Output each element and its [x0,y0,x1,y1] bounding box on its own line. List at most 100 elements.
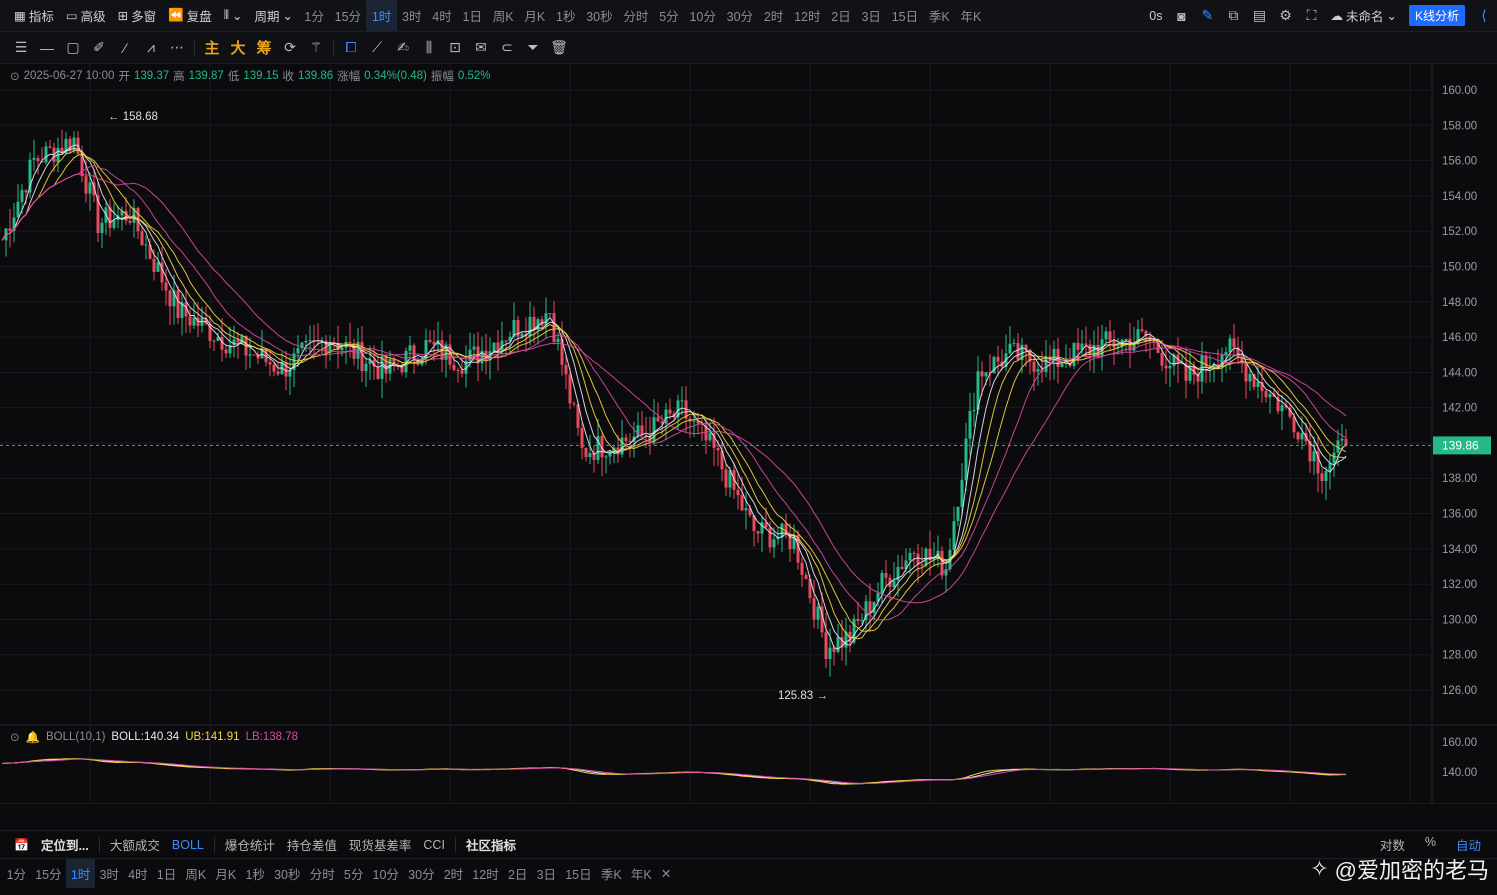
advanced-button[interactable]: ▭ 高级 [60,0,112,31]
period-option-3[interactable]: 3时 [397,0,427,31]
magnet-icon[interactable]: ⊂ [494,32,520,63]
indicator-tab-4[interactable]: 现货基差率 [343,835,418,854]
bottom-period-option-15[interactable]: 12时 [468,859,504,888]
period-option-7[interactable]: 月K [519,0,551,31]
bottom-period-option-13[interactable]: 30分 [404,859,440,888]
bottom-period-option-11[interactable]: 5分 [339,859,368,888]
period-option-16[interactable]: 2日 [826,0,856,31]
locate-button[interactable]: 定位到... [35,835,95,854]
scale-option-1[interactable]: % [1419,835,1442,854]
period-option-15[interactable]: 12时 [789,0,826,31]
horizontal-line-icon[interactable]: — [34,32,60,63]
collapse-icon[interactable]: ⊙ [10,69,20,83]
bottom-period-option-6[interactable]: 周K [181,859,211,888]
period-option-19[interactable]: 季K [924,0,956,31]
bottom-period-option-2[interactable]: 1时 [66,859,95,888]
brush-icon[interactable]: ✍ [390,32,416,63]
replay-icon[interactable]: ⟳ [277,32,303,63]
pen-icon[interactable]: ✎ [1194,0,1220,31]
scale-option-2[interactable]: 自动 [1450,835,1487,854]
bottom-period-option-12[interactable]: 10分 [368,859,404,888]
period-option-5[interactable]: 1日 [457,0,487,31]
copy-icon[interactable]: ⧠ [338,32,364,63]
period-dropdown[interactable]: 周期 ⌄ [249,0,300,31]
compare-icon[interactable]: ⫼ [416,32,442,63]
period-option-14[interactable]: 2时 [758,0,788,31]
period-option-2[interactable]: 1时 [366,0,397,31]
period-option-8[interactable]: 1秒 [551,0,581,31]
period-option-0[interactable]: 1分 [299,0,329,31]
share-icon[interactable]: ⟨ [1471,0,1497,31]
fullscreen-icon[interactable]: ⛶ [1298,0,1324,31]
divider [194,39,195,56]
bottom-period-option-20[interactable]: 年K [626,859,656,888]
main-indicator-button[interactable]: 主 [199,32,225,63]
bottom-period-option-3[interactable]: 3时 [95,859,124,888]
collapse-icon[interactable]: ⊙ [10,730,20,744]
layout-name-dropdown[interactable]: ☁ 未命名 ⌄ [1324,0,1403,31]
bottom-period-option-1[interactable]: 15分 [31,859,67,888]
camera-icon[interactable]: ◙ [1168,0,1194,31]
period-option-13[interactable]: 30分 [721,0,758,31]
filter-icon[interactable]: ⏷ [520,32,546,63]
indicator-tab-5[interactable]: CCI [417,838,451,852]
period-option-20[interactable]: 年K [955,0,987,31]
scale-option-0[interactable]: 对数 [1374,835,1411,854]
bottom-period-option-16[interactable]: 2日 [503,859,532,888]
close-icon[interactable]: ✕ [656,859,676,888]
gear-icon[interactable]: ⚙ [1272,0,1298,31]
rectangle-icon[interactable]: ▢ [60,32,86,63]
chart-area[interactable]: 160.00 158.00 156.00 154.00 152.00 150.00 148.… [0,64,1497,804]
calendar-icon[interactable]: 📅 [14,838,29,852]
candlestick-chart[interactable]: 160.00 158.00 156.00 154.00 152.00 150.00 148.… [0,64,1497,804]
period-option-18[interactable]: 15日 [886,0,923,31]
bottom-period-option-7[interactable]: 月K [211,859,241,888]
trash-icon[interactable]: 🗑 [546,32,572,63]
period-option-11[interactable]: 5分 [654,0,684,31]
period-option-6[interactable]: 周K [487,0,519,31]
more-icon[interactable]: ⋯ [164,32,190,63]
period-option-17[interactable]: 3日 [856,0,886,31]
multiwindow-button[interactable]: ⊞ 多窗 [112,0,163,31]
bottom-period-option-19[interactable]: 季K [596,859,626,888]
bottom-period-option-0[interactable]: 1分 [2,859,31,888]
chart-type-dropdown[interactable]: ⫴ ⌄ [218,0,249,31]
chip-button[interactable]: 筹 [251,32,277,63]
bell-icon[interactable]: 🔔 [26,730,40,744]
indicator-tab-3[interactable]: 持仓差值 [281,835,343,854]
restore-button[interactable]: ⏪ 复盘 [162,0,218,31]
bottom-period-option-18[interactable]: 15日 [561,859,597,888]
kline-analysis-button[interactable]: K线分析 [1403,0,1471,31]
bottom-period-option-9[interactable]: 30秒 [270,859,306,888]
period-option-10[interactable]: 分时 [618,0,654,31]
popout-icon[interactable]: ⧉ [1220,0,1246,31]
bottom-period-option-17[interactable]: 3日 [532,859,561,888]
indicator-tab-6[interactable]: 社区指标 [460,835,522,854]
indicator-button[interactable]: ▦ 指标 [8,0,60,31]
lock-icon[interactable]: ⊡ [442,32,468,63]
price-tick-label: 158.00 [1442,120,1477,132]
magic-icon[interactable]: ⚚ [303,32,329,63]
period-option-9[interactable]: 30秒 [581,0,618,31]
indicator-tab-2[interactable]: 爆仓统计 [219,835,281,854]
indicator-tab-1[interactable]: BOLL [166,838,210,852]
candle-body [972,409,976,411]
indicator-tab-0[interactable]: 大额成交 [104,835,166,854]
bottom-period-option-14[interactable]: 2时 [439,859,468,888]
measure-icon[interactable]: ⟋ [364,32,390,63]
trend-line-icon[interactable]: ⁄ [112,32,138,63]
layout-icon[interactable]: ▤ [1246,0,1272,31]
period-option-12[interactable]: 10分 [684,0,721,31]
period-option-4[interactable]: 4时 [427,0,457,31]
menu-icon[interactable]: ☰ [8,32,34,63]
bottom-period-option-5[interactable]: 1日 [152,859,181,888]
bottom-period-option-8[interactable]: 1秒 [241,859,270,888]
bottom-period-option-4[interactable]: 4时 [124,859,153,888]
note-icon[interactable]: ✉ [468,32,494,63]
period-option-1[interactable]: 15分 [329,0,366,31]
wave-icon[interactable]: ⩘ [138,32,164,63]
ruler-icon[interactable]: ✐ [86,32,112,63]
price-tick-label: 144.00 [1442,367,1477,379]
bottom-period-option-10[interactable]: 分时 [305,859,339,888]
big-order-button[interactable]: 大 [225,32,251,63]
